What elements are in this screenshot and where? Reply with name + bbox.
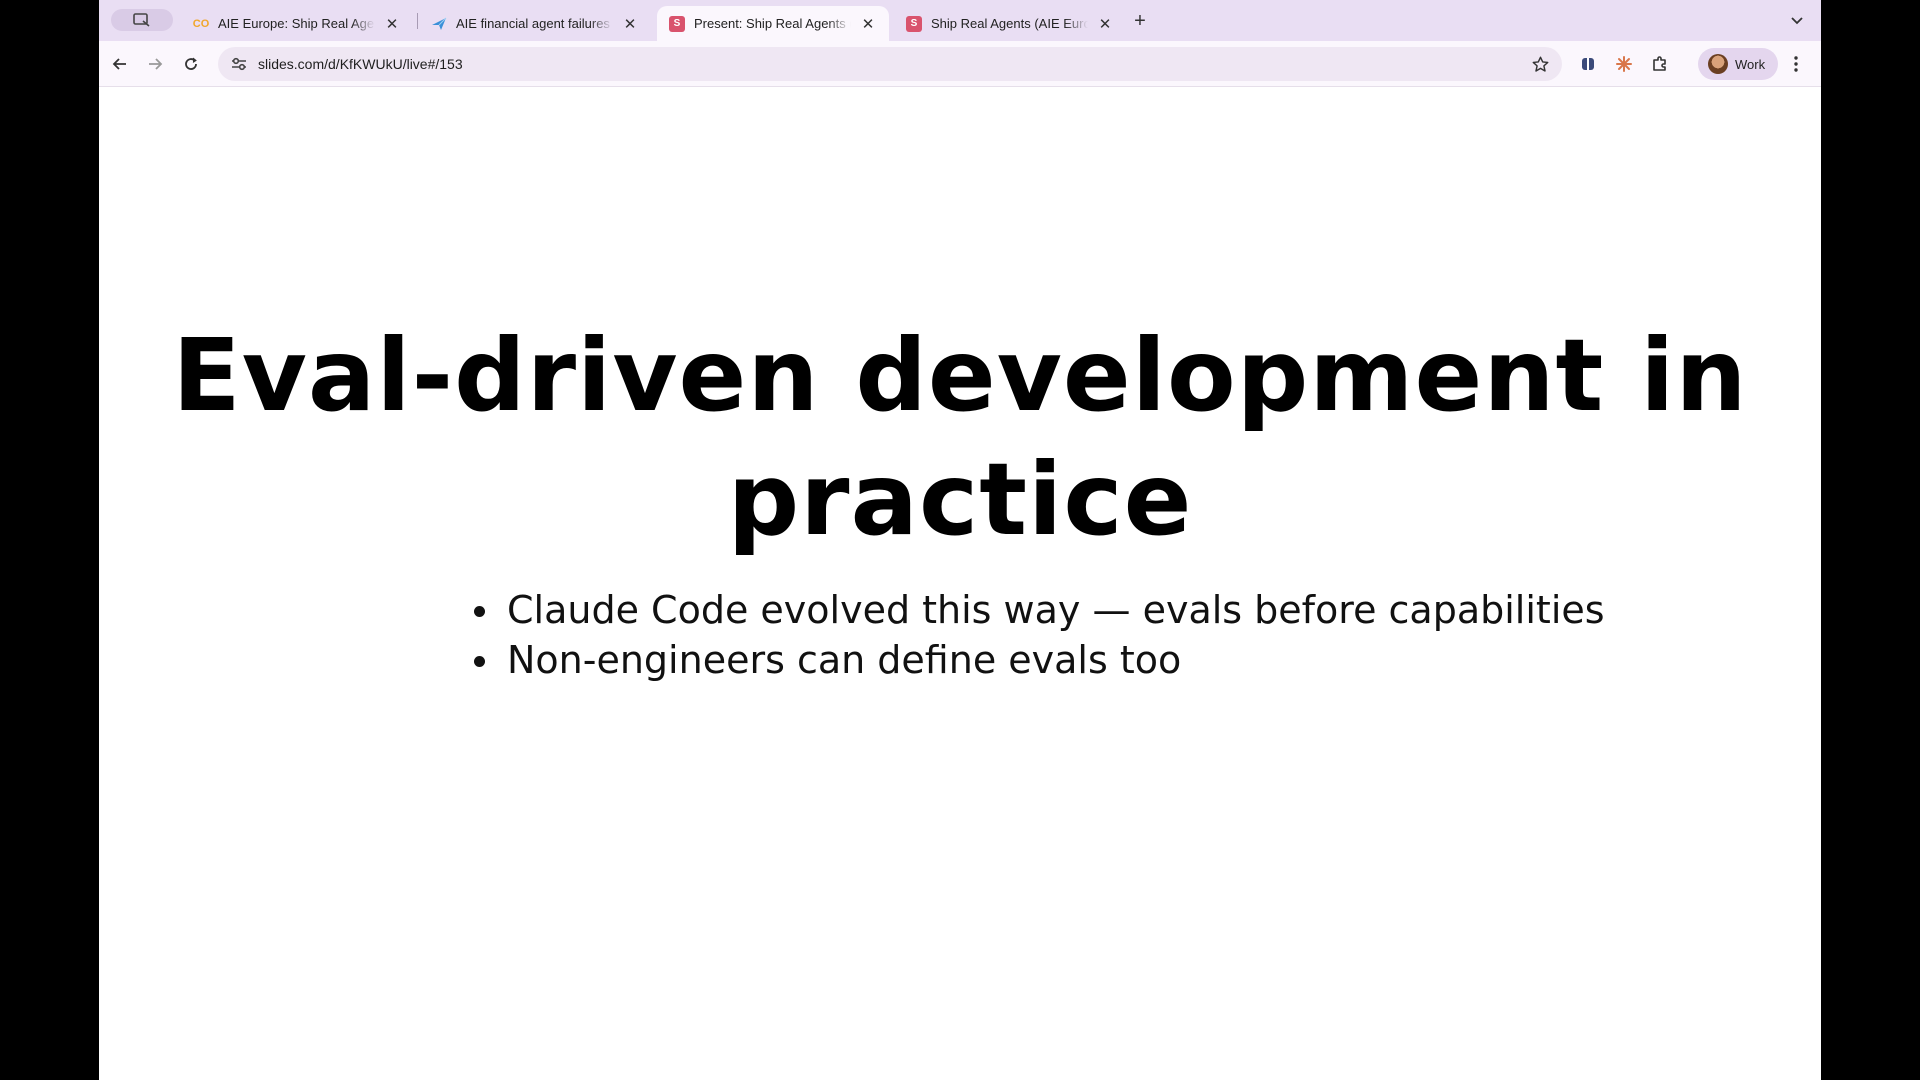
site-settings-icon[interactable] [222, 47, 256, 81]
extension-button[interactable] [1573, 49, 1603, 79]
bookmark-star-icon[interactable] [1530, 54, 1550, 74]
slide-bullet: Claude Code evolved this way — evals bef… [474, 585, 1605, 635]
arrow-left-icon [112, 58, 126, 70]
puzzle-icon [1653, 56, 1666, 71]
close-icon[interactable]: ✕ [383, 15, 401, 33]
url-text[interactable]: slides.com/d/KfKWUkU/live#/153 [258, 56, 463, 72]
tab-title: AIE financial agent failures - [456, 16, 613, 31]
address-bar[interactable]: slides.com/d/KfKWUkU/live#/153 [218, 47, 1562, 81]
claude-spark-icon [1616, 56, 1632, 72]
extension-button[interactable] [1609, 49, 1639, 79]
slide-bullet-list: Claude Code evolved this way — evals bef… [474, 585, 1605, 685]
profile-label: Work [1735, 56, 1766, 72]
tab-aie-europe[interactable]: CO AIE Europe: Ship Real Agents ✕ [181, 6, 413, 41]
new-tab-button[interactable]: + [1127, 8, 1153, 34]
tab-search-button[interactable] [111, 9, 173, 31]
tab-ship-real-agents[interactable]: S Ship Real Agents (AIE Europe ✕ [894, 6, 1126, 41]
tab-present-ship-real-agents[interactable]: S Present: Ship Real Agents (AI ✕ [657, 6, 889, 41]
browser-toolbar: slides.com/d/KfKWUkU/live#/153 Work [99, 41, 1821, 87]
browser-menu-button[interactable] [1781, 49, 1811, 79]
favicon-co-icon: CO [192, 17, 210, 30]
shield-extension-icon [1582, 58, 1594, 70]
extensions-menu-button[interactable] [1645, 49, 1675, 79]
tab-title: Present: Ship Real Agents (AI [694, 16, 851, 31]
plus-icon: + [1134, 9, 1146, 32]
avatar [1708, 54, 1728, 74]
profile-button[interactable]: Work [1698, 48, 1778, 80]
forward-button[interactable] [140, 49, 170, 79]
tab-financial-agent-failures[interactable]: AIE financial agent failures - ✕ [419, 6, 651, 41]
plane-logo-icon [431, 16, 447, 32]
reload-button[interactable] [176, 49, 206, 79]
slides-favicon-icon: S [906, 15, 922, 32]
tab-list-button[interactable] [1785, 9, 1809, 33]
close-icon[interactable]: ✕ [621, 15, 639, 33]
tab-strip: CO AIE Europe: Ship Real Agents ✕ AIE fi… [99, 0, 1821, 41]
tab-title: Ship Real Agents (AIE Europe [931, 16, 1088, 31]
more-vert-icon [1794, 56, 1798, 72]
browser-window: CO AIE Europe: Ship Real Agents ✕ AIE fi… [99, 0, 1821, 1080]
arrow-right-icon [149, 58, 163, 70]
slide-title: Eval-driven development in practice [172, 317, 1748, 558]
slides-favicon-icon: S [669, 15, 685, 32]
reload-icon [185, 57, 197, 70]
tab-separator [417, 13, 418, 29]
back-button[interactable] [105, 49, 135, 79]
tab-search-icon [133, 13, 150, 27]
close-icon[interactable]: ✕ [859, 15, 877, 33]
presentation-slide[interactable]: Eval-driven development in practice Clau… [99, 88, 1821, 1080]
slide-bullet: Non-engineers can define evals too [474, 635, 1605, 685]
chevron-down-icon [1791, 17, 1803, 25]
tab-title: AIE Europe: Ship Real Agents [218, 16, 375, 31]
close-icon[interactable]: ✕ [1096, 15, 1114, 33]
